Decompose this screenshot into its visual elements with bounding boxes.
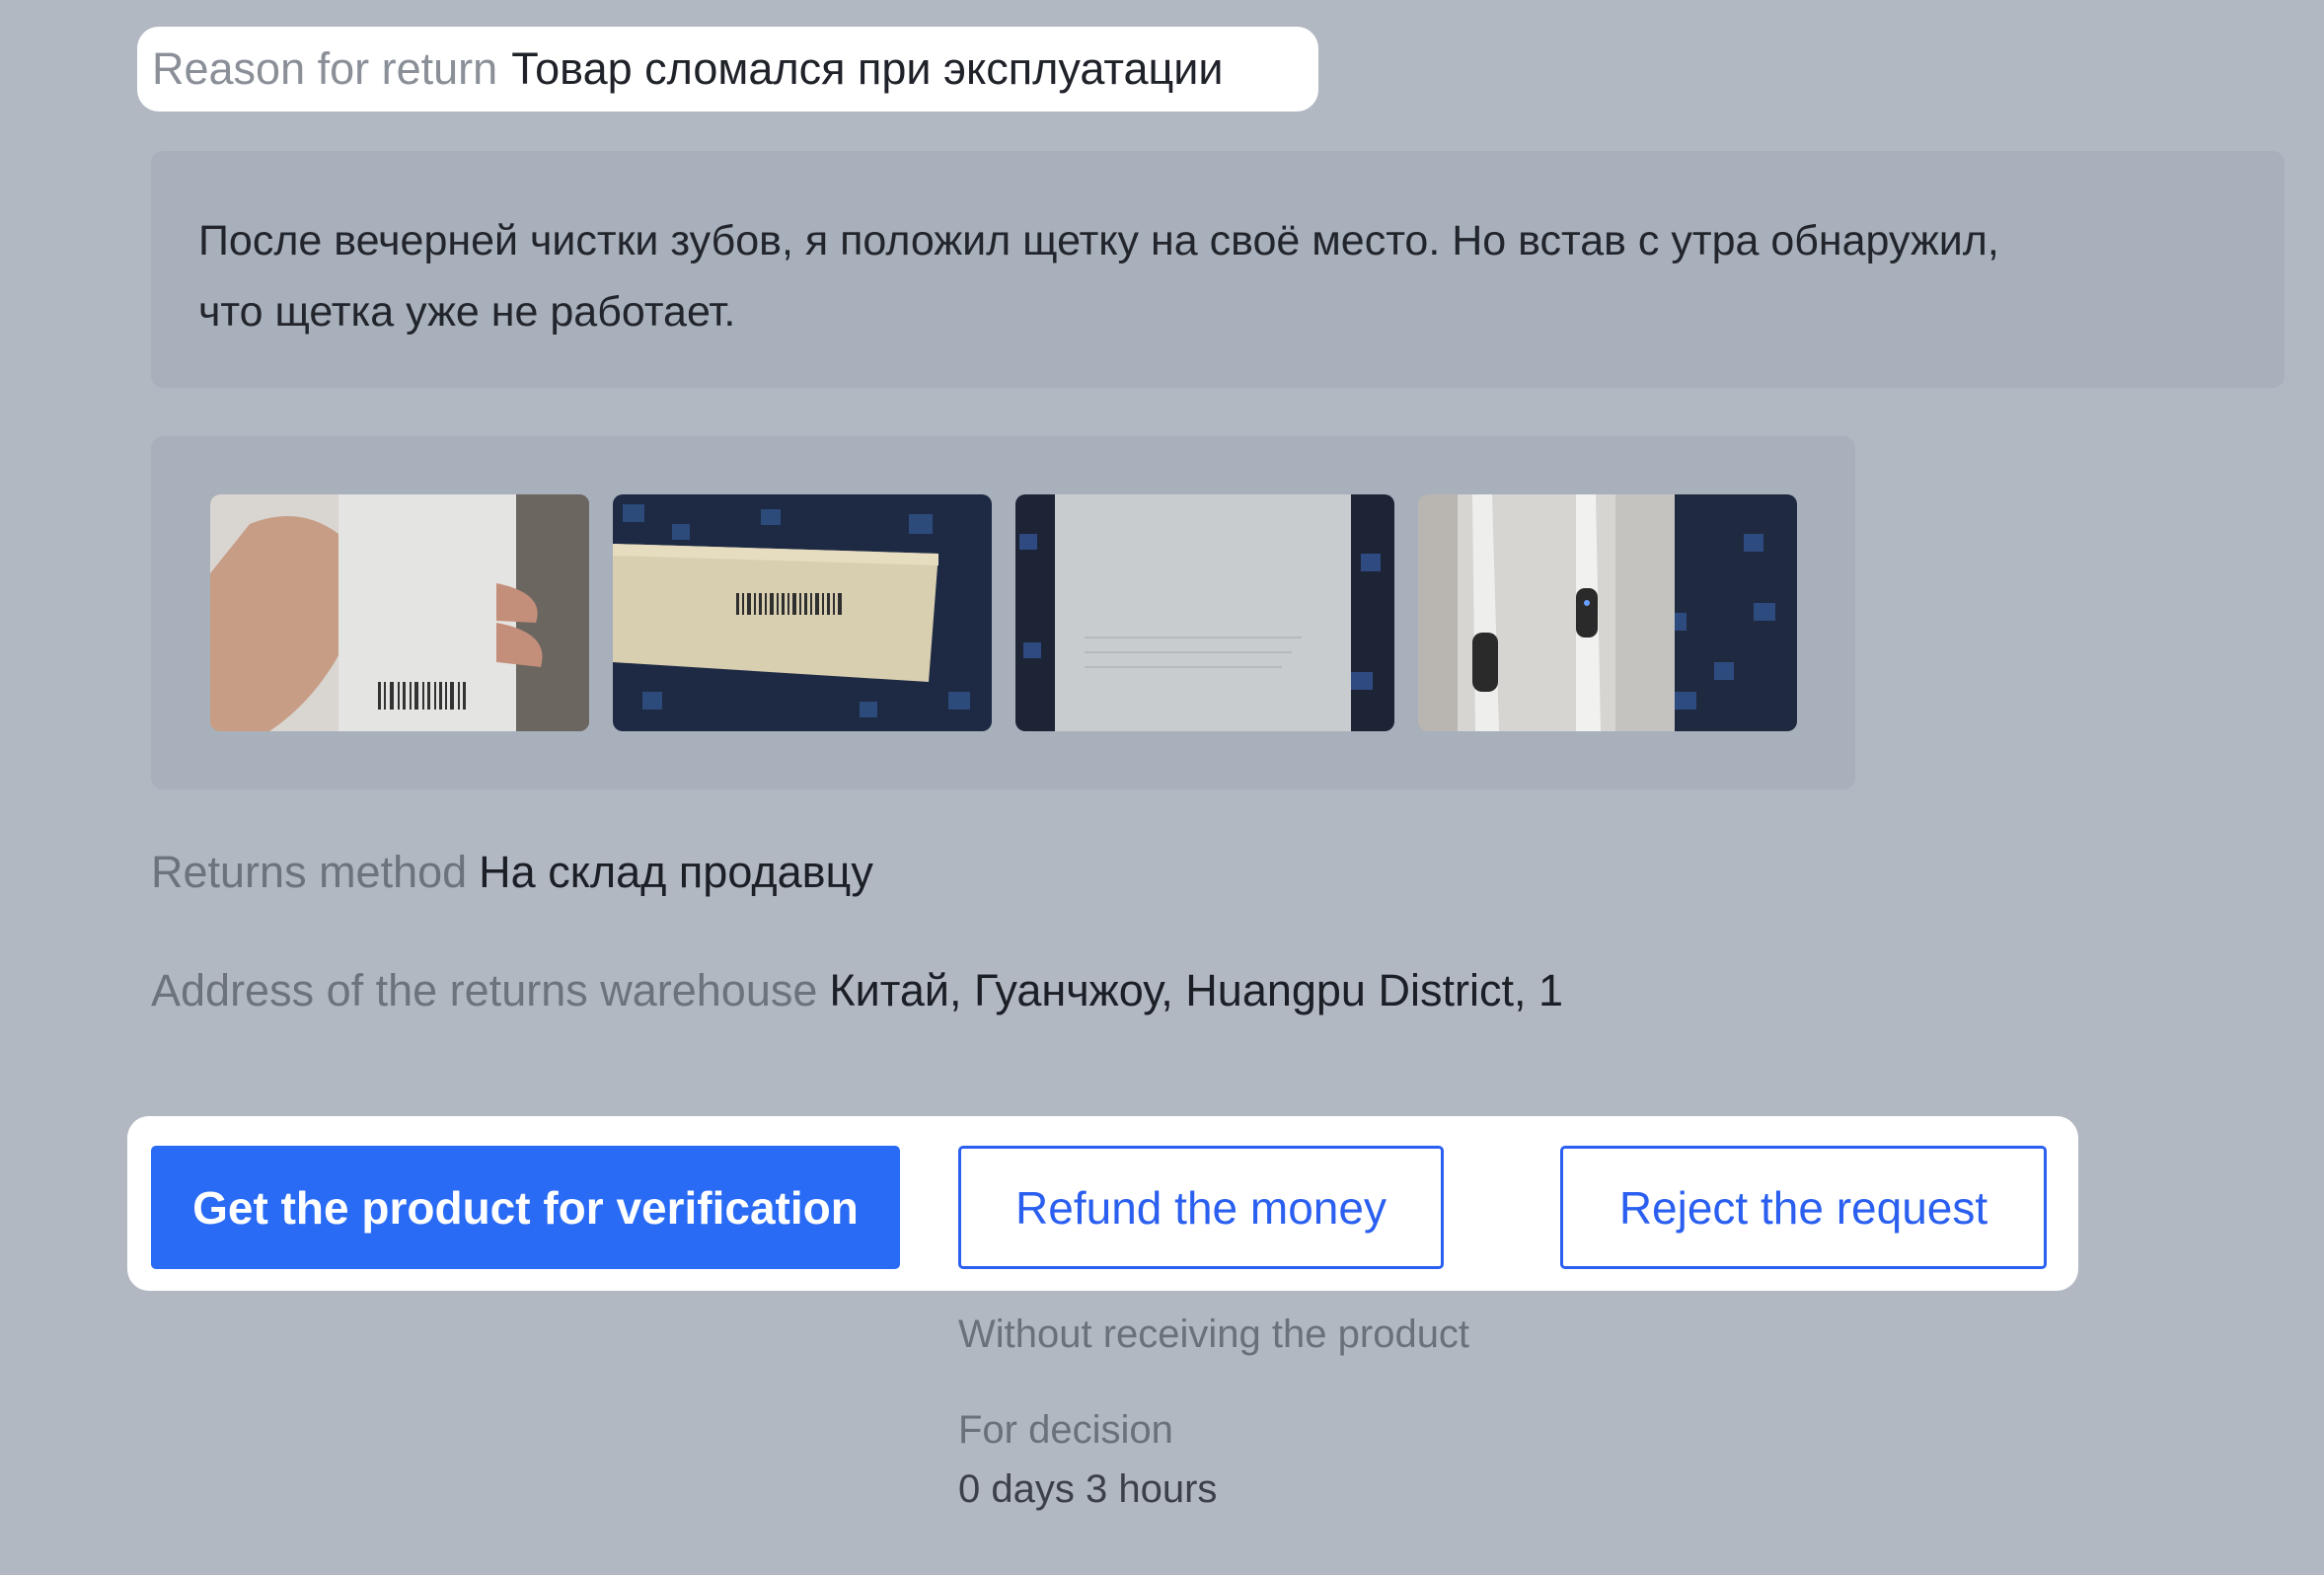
warehouse-address-value: Китай, Гуанчжоу, Huangpu District, 1 [829,965,1563,1015]
decision-time-left: 0 days 3 hours [958,1467,1218,1511]
customer-comment: После вечерней чистки зубов, я положил щ… [151,151,2285,388]
warehouse-address-row: Address of the returns warehouse Китай, Г… [151,965,1563,1016]
returns-method-row: Returns method На склад продавцу [151,847,873,898]
comment-line-2: что щетка уже не работает. [198,288,736,336]
comment-line-1: После вечерней чистки зубов, я положил щ… [198,217,1999,264]
reject-request-button[interactable]: Reject the request [1560,1146,2047,1269]
photo-thumbnail-2[interactable] [613,494,992,731]
reason-value: Товар сломался при эксплуатации [511,43,1224,94]
photo-thumbnail-4[interactable] [1418,494,1797,731]
get-product-for-verification-button[interactable]: Get the product for verification [151,1146,900,1269]
reason-label: Reason for return [152,43,498,94]
photo-thumbnail-1[interactable] [210,494,589,731]
refund-note: Without receiving the product [958,1312,1470,1356]
returns-method-value: На склад продавцу [479,847,873,897]
returns-method-label: Returns method [151,847,468,897]
photo-thumbnail-3[interactable] [1015,494,1394,731]
decision-label: For decision [958,1408,1173,1452]
refund-money-button[interactable]: Refund the money [958,1146,1444,1269]
reason-for-return: Reason for return Товар сломался при экс… [137,27,1318,112]
warehouse-address-label: Address of the returns warehouse [151,965,818,1015]
